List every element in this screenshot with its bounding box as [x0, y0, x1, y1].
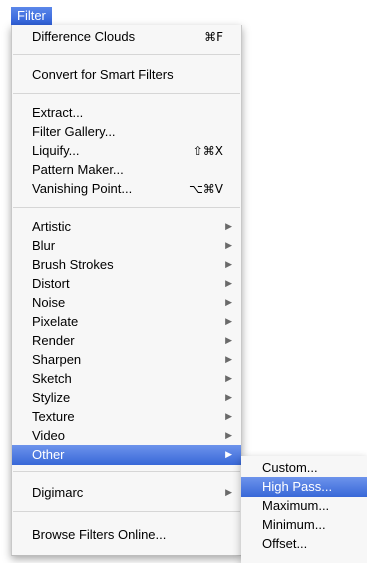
menu-item-difference-clouds[interactable]: Difference Clouds ⌘F: [12, 27, 241, 47]
submenu-item-minimum[interactable]: Minimum...: [241, 515, 367, 535]
menu-item-sketch[interactable]: Sketch ▶: [12, 369, 241, 389]
menu-item-label: Difference Clouds: [32, 29, 136, 44]
menu-item-pattern-maker[interactable]: Pattern Maker...: [12, 160, 241, 180]
filter-menu: Difference Clouds ⌘F Convert for Smart F…: [11, 25, 242, 556]
menu-item-label: Pattern Maker...: [32, 162, 124, 177]
menu-item-shortcut: ⇧⌘X: [192, 144, 223, 158]
menu-item-browse-filters-online[interactable]: Browse Filters Online...: [12, 525, 241, 545]
menu-item-stylize[interactable]: Stylize ▶: [12, 388, 241, 408]
menu-item-label: Render: [32, 333, 75, 348]
menu-item-label: Sketch: [32, 371, 72, 386]
menu-item-distort[interactable]: Distort ▶: [12, 274, 241, 294]
submenu-arrow-icon: ▶: [225, 222, 232, 232]
submenu-arrow-icon: ▶: [225, 374, 232, 384]
menu-item-label: Filter Gallery...: [32, 124, 116, 139]
menu-item-label: Liquify...: [32, 143, 80, 158]
submenu-item-label: Minimum...: [262, 517, 326, 532]
menu-item-noise[interactable]: Noise ▶: [12, 293, 241, 313]
filter-menu-title[interactable]: Filter: [11, 7, 52, 25]
submenu-item-maximum[interactable]: Maximum...: [241, 496, 367, 516]
menu-separator: [13, 511, 240, 512]
menu-item-vanishing-point[interactable]: Vanishing Point... ⌥⌘V: [12, 179, 241, 199]
menu-item-label: Browse Filters Online...: [32, 527, 167, 542]
menu-item-brush-strokes[interactable]: Brush Strokes ▶: [12, 255, 241, 275]
menu-item-sharpen[interactable]: Sharpen ▶: [12, 350, 241, 370]
menu-item-other[interactable]: Other ▶: [12, 445, 241, 465]
submenu-arrow-icon: ▶: [225, 431, 232, 441]
submenu-arrow-icon: ▶: [225, 393, 232, 403]
submenu-arrow-icon: ▶: [225, 241, 232, 251]
menu-item-label: Stylize: [32, 390, 71, 405]
submenu-item-label: Maximum...: [262, 498, 330, 513]
submenu-item-label: Custom...: [262, 460, 318, 475]
menu-item-label: Vanishing Point...: [32, 181, 133, 196]
menu-item-label: Video: [32, 428, 66, 443]
menu-item-label: Brush Strokes: [32, 257, 114, 272]
submenu-arrow-icon: ▶: [225, 298, 232, 308]
submenu-item-label: Offset...: [262, 536, 308, 551]
menu-separator: [13, 207, 240, 208]
menu-item-label: Other: [32, 447, 65, 462]
menu-item-video[interactable]: Video ▶: [12, 426, 241, 446]
submenu-arrow-icon: ▶: [225, 488, 232, 498]
menu-item-liquify[interactable]: Liquify... ⇧⌘X: [12, 141, 241, 161]
menu-item-label: Blur: [32, 238, 56, 253]
other-submenu: Custom... High Pass... Maximum... Minimu…: [241, 456, 367, 563]
menu-item-filter-gallery[interactable]: Filter Gallery...: [12, 122, 241, 142]
menu-item-label: Pixelate: [32, 314, 79, 329]
menu-item-shortcut: ⌘F: [204, 30, 223, 44]
menu-separator: [13, 54, 240, 55]
submenu-item-offset[interactable]: Offset...: [241, 534, 367, 554]
menu-item-shortcut: ⌥⌘V: [188, 182, 223, 196]
submenu-arrow-icon: ▶: [225, 260, 232, 270]
menu-item-label: Digimarc: [32, 485, 84, 500]
submenu-item-high-pass[interactable]: High Pass...: [241, 477, 367, 497]
menu-item-artistic[interactable]: Artistic ▶: [12, 217, 241, 237]
submenu-arrow-icon: ▶: [225, 450, 232, 460]
submenu-arrow-icon: ▶: [225, 412, 232, 422]
submenu-item-custom[interactable]: Custom...: [241, 458, 367, 478]
submenu-arrow-icon: ▶: [225, 355, 232, 365]
submenu-arrow-icon: ▶: [225, 279, 232, 289]
menu-item-label: Texture: [32, 409, 75, 424]
menu-item-digimarc[interactable]: Digimarc ▶: [12, 483, 241, 503]
menu-item-texture[interactable]: Texture ▶: [12, 407, 241, 427]
menu-separator: [13, 93, 240, 94]
menu-item-extract[interactable]: Extract...: [12, 103, 241, 123]
menu-item-convert-for-smart-filters[interactable]: Convert for Smart Filters: [12, 65, 241, 85]
menu-item-label: Convert for Smart Filters: [32, 67, 174, 82]
submenu-arrow-icon: ▶: [225, 317, 232, 327]
menu-item-label: Sharpen: [32, 352, 82, 367]
menu-item-pixelate[interactable]: Pixelate ▶: [12, 312, 241, 332]
menu-item-blur[interactable]: Blur ▶: [12, 236, 241, 256]
menu-item-label: Extract...: [32, 105, 84, 120]
menu-item-label: Noise: [32, 295, 66, 310]
menu-item-render[interactable]: Render ▶: [12, 331, 241, 351]
menu-item-label: Artistic: [32, 219, 71, 234]
submenu-item-label: High Pass...: [262, 479, 333, 494]
menu-separator: [13, 471, 240, 472]
menu-item-label: Distort: [32, 276, 70, 291]
submenu-arrow-icon: ▶: [225, 336, 232, 346]
